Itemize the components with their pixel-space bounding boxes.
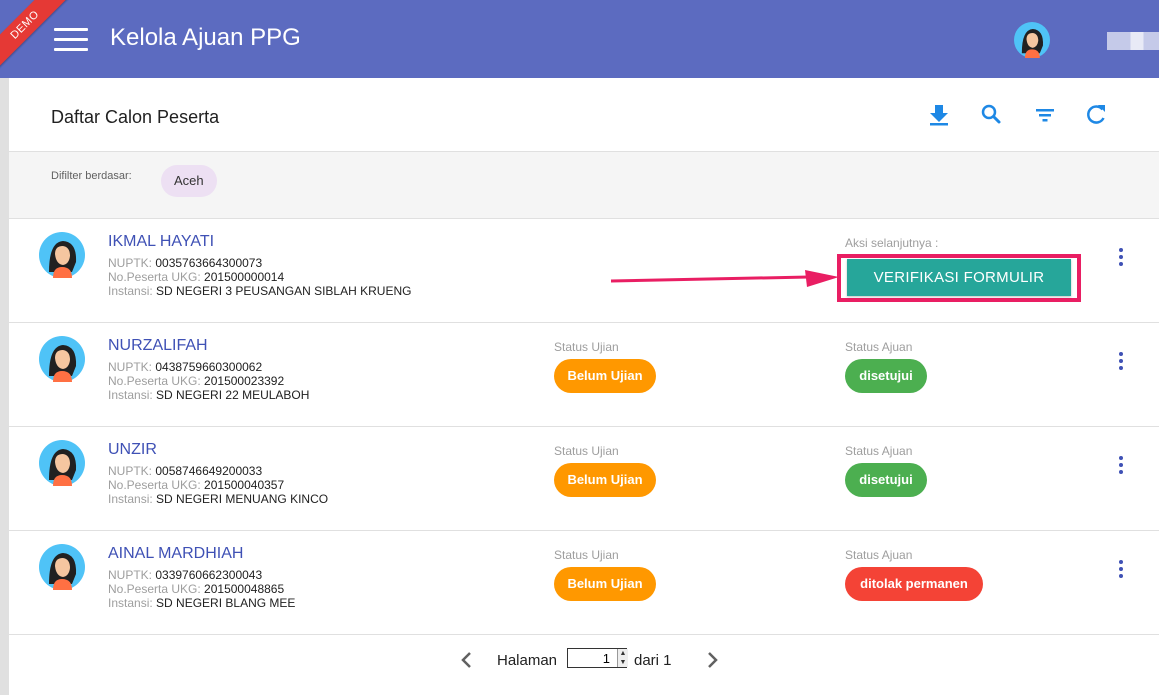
pagination: Halaman ▲▼ dari 1 <box>9 630 1159 695</box>
user-avatar-icon <box>39 336 85 382</box>
candidate-name[interactable]: UNZIR <box>108 441 157 459</box>
instansi-line: Instansi: SD NEGERI 3 PEUSANGAN SIBLAH K… <box>108 284 412 298</box>
user-avatar-icon <box>39 544 85 590</box>
list-item: UNZIR NUPTK: 0058746649200033 No.Peserta… <box>9 427 1159 531</box>
list-item: NURZALIFAH NUPTK: 0438759660300062 No.Pe… <box>9 323 1159 427</box>
card-header: Daftar Calon Peserta <box>9 78 1159 152</box>
page-suffix: dari 1 <box>634 652 672 669</box>
status-ujian-badge: Belum Ujian <box>554 359 656 393</box>
candidate-name[interactable]: IKMAL HAYATI <box>108 233 214 251</box>
download-button[interactable] <box>925 100 953 128</box>
filter-label: Difilter berdasar: <box>51 170 132 182</box>
nuptk-line: NUPTK: 0339760662300043 <box>108 568 263 582</box>
filter-icon <box>1036 109 1054 122</box>
instansi-line: Instansi: SD NEGERI MENUANG KINCO <box>108 492 329 506</box>
menu-icon[interactable] <box>54 28 88 54</box>
instansi-line: Instansi: SD NEGERI BLANG MEE <box>108 596 296 610</box>
status-ajuan-label: Status Ajuan <box>845 444 913 458</box>
filter-button[interactable] <box>1031 100 1059 128</box>
no-peserta-line: No.Peserta UKG: 201500040357 <box>108 478 285 492</box>
status-ajuan-label: Status Ajuan <box>845 548 913 562</box>
search-icon <box>981 104 1001 124</box>
chevron-left-icon[interactable] <box>457 648 477 672</box>
page-prefix: Halaman <box>497 652 558 669</box>
list-item: AINAL MARDHIAH NUPTK: 0339760662300043 N… <box>9 531 1159 635</box>
more-vert-icon[interactable] <box>1114 456 1128 480</box>
search-button[interactable] <box>977 100 1005 128</box>
refresh-button[interactable] <box>1082 100 1110 128</box>
nuptk-line: NUPTK: 0438759660300062 <box>108 360 263 374</box>
status-ajuan-badge: ditolak permanen <box>845 567 983 601</box>
page-title: Daftar Calon Peserta <box>51 107 220 127</box>
candidate-list-card: Daftar Calon Peserta Difilter berdasar: … <box>9 78 1159 695</box>
status-ujian-label: Status Ujian <box>554 444 619 458</box>
user-avatar[interactable] <box>1014 22 1050 58</box>
instansi-line: Instansi: SD NEGERI 22 MEULABOH <box>108 388 310 402</box>
nuptk-line: NUPTK: 0058746649200033 <box>108 464 263 478</box>
status-ajuan-badge: disetujui <box>845 359 927 393</box>
app-bar: DEMO Kelola Ajuan PPG <box>0 0 1159 78</box>
list-item: IKMAL HAYATI NUPTK: 0035763664300073 No.… <box>9 219 1159 323</box>
no-peserta-line: No.Peserta UKG: 201500048865 <box>108 582 285 596</box>
sidebar-edge <box>0 78 9 695</box>
more-vert-icon[interactable] <box>1114 560 1128 584</box>
user-avatar-icon <box>39 440 85 486</box>
no-peserta-line: No.Peserta UKG: 201500000014 <box>108 270 285 284</box>
download-icon <box>930 105 948 126</box>
no-peserta-line: No.Peserta UKG: 201500023392 <box>108 374 285 388</box>
nuptk-line: NUPTK: 0035763664300073 <box>108 256 263 270</box>
verifikasi-formulir-button[interactable]: VERIFIKASI FORMULIR <box>847 259 1071 296</box>
user-avatar-icon <box>39 232 85 278</box>
filter-bar: Difilter berdasar: Aceh <box>9 152 1159 219</box>
chevron-right-icon[interactable] <box>702 648 722 672</box>
arrow-annotation <box>610 270 839 287</box>
status-ujian-badge: Belum Ujian <box>554 463 656 497</box>
status-ujian-label: Status Ujian <box>554 340 619 354</box>
candidate-name[interactable]: NURZALIFAH <box>108 337 208 355</box>
status-ujian-label: Status Ujian <box>554 548 619 562</box>
more-vert-icon[interactable] <box>1114 248 1128 272</box>
app-title: Kelola Ajuan PPG <box>110 24 301 51</box>
more-vert-icon[interactable] <box>1114 352 1128 376</box>
refresh-icon <box>1087 105 1105 124</box>
aksi-label: Aksi selanjutnya : <box>845 236 939 250</box>
page-stepper[interactable]: ▲ ▼ <box>617 649 628 667</box>
status-ajuan-badge: disetujui <box>845 463 927 497</box>
status-ajuan-label: Status Ajuan <box>845 340 913 354</box>
status-ujian-badge: Belum Ujian <box>554 567 656 601</box>
candidate-name[interactable]: AINAL MARDHIAH <box>108 545 243 563</box>
filter-chip-aceh[interactable]: Aceh <box>161 165 217 197</box>
user-name-redacted[interactable] <box>1107 32 1159 50</box>
